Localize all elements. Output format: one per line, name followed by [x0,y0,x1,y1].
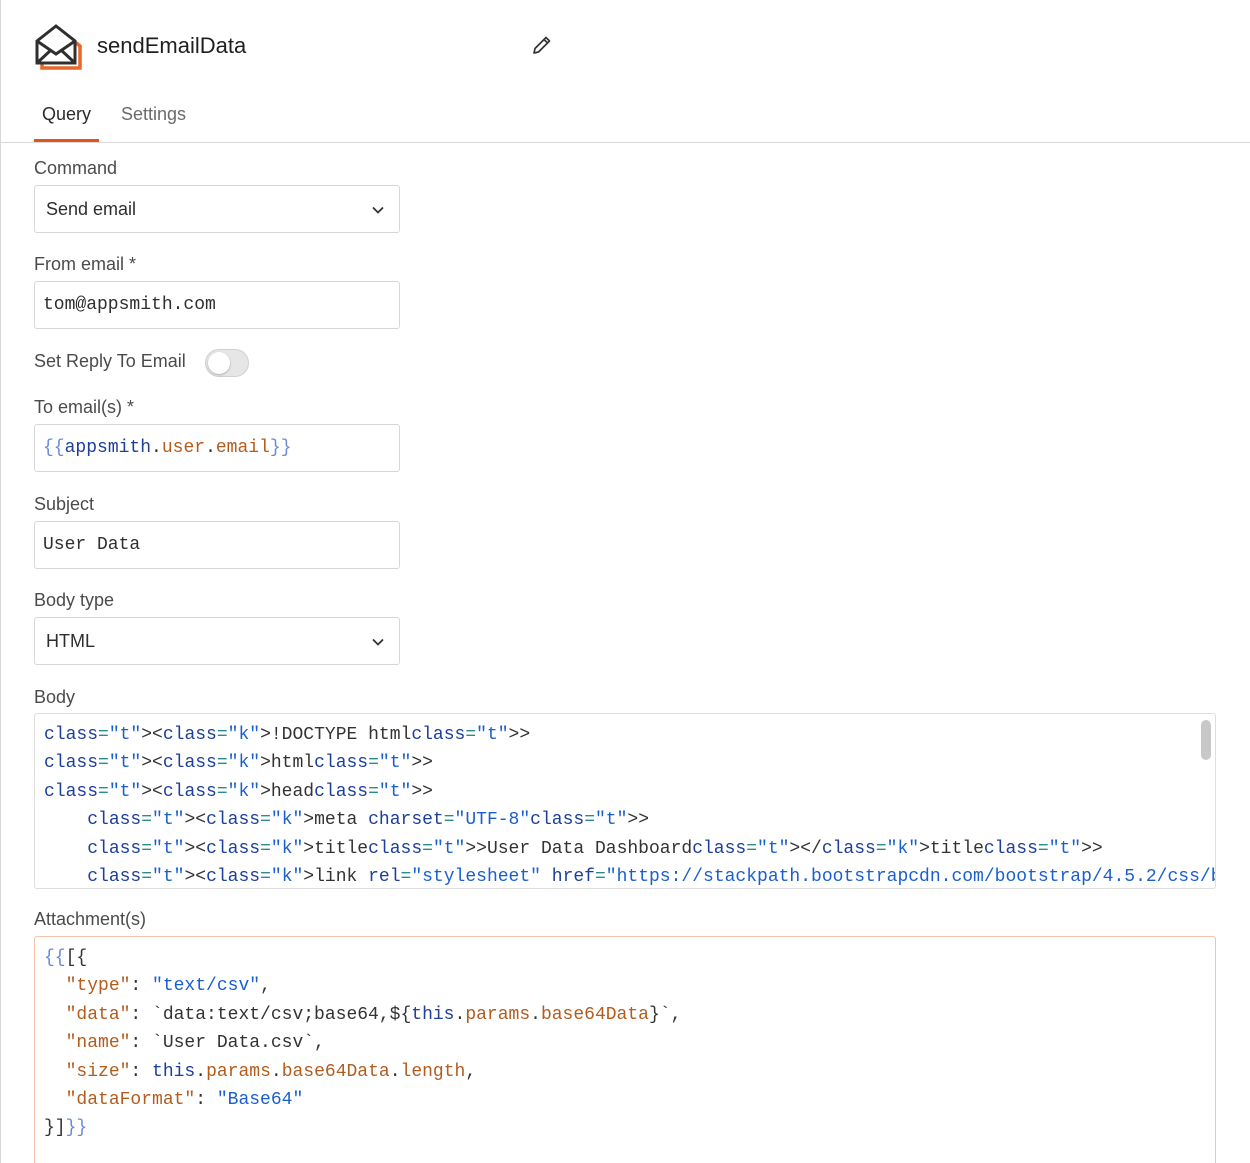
query-title[interactable]: sendEmailData [97,33,246,59]
body-label: Body [34,687,76,707]
query-header: sendEmailData [33,20,563,72]
code-line: class="t"><class="k">htmlclass="t">> [44,753,433,774]
reply-to-toggle[interactable] [205,349,249,377]
chevron-down-icon [371,635,385,649]
to-email-input[interactable]: {{appsmith.user.email}} [34,424,400,472]
code-line: class="t"><class="k">titleclass="t">>Use… [87,838,1103,859]
code-line: "dataFormat": "Base64" [65,1090,304,1111]
to-email-label: To email(s) * [34,397,135,417]
code-line: "type": "text/csv", [65,976,271,997]
subject-value: User Data [43,535,141,555]
body-type-label: Body type [34,590,115,610]
code-line: "data": `data:text/csv;base64,${this.par… [65,1004,682,1025]
code-line: "size": this.params.base64Data.length, [65,1061,477,1082]
query-editor-panel: sendEmailData Query Settings Command Sen… [0,0,1250,1163]
body-type-value: HTML [46,630,95,651]
to-email-value: {{appsmith.user.email}} [43,438,292,458]
code-line: class="t"><class="k">!DOCTYPE htmlclass=… [44,725,531,745]
scrollbar[interactable] [1201,720,1211,760]
body-type-select[interactable]: HTML [34,617,400,665]
attachments-label: Attachment(s) [34,909,147,929]
from-email-input[interactable]: tom@appsmith.com [34,281,400,329]
toggle-knob [208,352,230,374]
attachments-code-lines: {{[{ "type": "text/csv", "data": `data:t… [35,937,1215,1143]
body-code-lines: class="t"><class="k">!DOCTYPE htmlclass=… [35,714,1215,888]
pencil-icon[interactable] [530,33,554,57]
tab-settings[interactable]: Settings [113,104,194,142]
body-code-editor[interactable]: class="t"><class="k">!DOCTYPE htmlclass=… [34,713,1216,889]
code-line: class="t"><class="k">headclass="t">> [44,781,433,802]
tab-query[interactable]: Query [34,104,100,142]
from-email-value: tom@appsmith.com [43,295,216,315]
command-value: Send email [46,198,137,219]
code-line: "name": `User Data.csv`, [65,1033,325,1054]
subject-label: Subject [34,494,95,514]
code-line: }]}} [44,1118,88,1139]
from-email-label: From email * [34,254,137,274]
command-label: Command [34,158,118,178]
command-select[interactable]: Send email [34,185,400,233]
reply-to-label: Set Reply To Email [34,351,186,371]
chevron-down-icon [371,203,385,217]
attachments-code-editor[interactable]: {{[{ "type": "text/csv", "data": `data:t… [34,936,1216,1163]
code-line: class="t"><class="k">meta charset="UTF-8… [87,810,650,831]
code-line: {{[{ [44,948,88,968]
code-line: class="t"><class="k">link rel="styleshee… [87,867,1215,888]
mail-open-icon [33,21,83,71]
subject-input[interactable]: User Data [34,521,400,569]
tab-bar: Query Settings [1,96,1250,143]
